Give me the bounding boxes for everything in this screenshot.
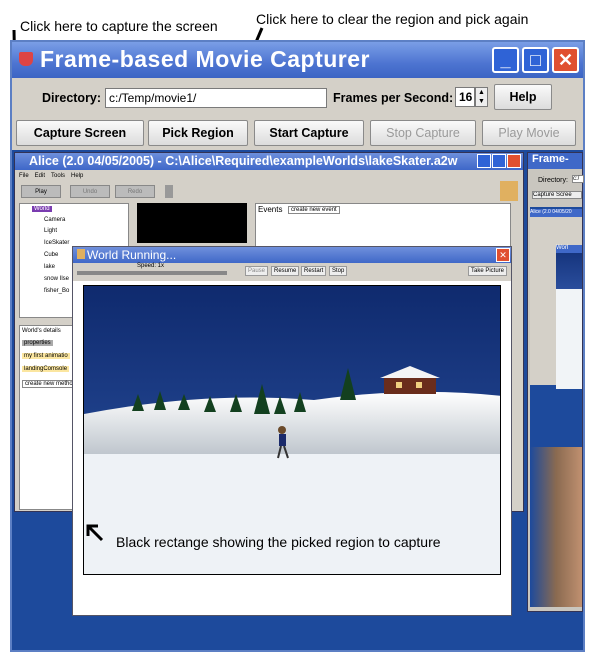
side-world-snow	[556, 289, 582, 389]
resume-button[interactable]: Resume	[271, 266, 300, 276]
side-desktop-wallpaper	[530, 447, 582, 607]
frozen-lake	[84, 454, 500, 574]
events-label: Events	[258, 205, 283, 214]
tab-properties[interactable]: properties	[22, 340, 53, 346]
clipboard-icon[interactable]	[500, 181, 518, 201]
speed-slider[interactable]	[77, 271, 227, 275]
side-capture-button[interactable]: Capture Scree	[532, 191, 582, 199]
take-picture-button[interactable]: Take Picture	[468, 266, 508, 276]
minimize-button[interactable]: _	[492, 47, 519, 73]
alice-play-button[interactable]: Play	[21, 185, 61, 198]
tree-item-cube[interactable]: Cube	[44, 252, 58, 258]
start-capture-button[interactable]: Start Capture	[254, 120, 364, 146]
create-event-button[interactable]: create new event	[288, 206, 340, 214]
stop-button[interactable]: Stop	[329, 266, 348, 276]
menu-tools[interactable]: Tools	[51, 173, 65, 179]
java-coffee-icon	[19, 52, 33, 66]
world-running-window: World Running... ✕ Speed: 1x Pause Resum…	[72, 246, 512, 616]
side-world-sky	[556, 253, 582, 289]
tree-item-light[interactable]: Light	[44, 228, 57, 234]
details-pane: World's details properties my first anim…	[19, 325, 77, 510]
fps-spinner[interactable]: ▲ ▼	[475, 87, 488, 107]
world-running-title: World Running...	[73, 247, 511, 263]
side-world-title: Worl	[556, 245, 582, 253]
trash-icon[interactable]	[165, 185, 173, 198]
side-capturer-window: Frame- Directory: c:/ Capture Scree Alic…	[527, 152, 584, 612]
rect-annotation: Black rectange showing the picked region…	[116, 534, 441, 550]
menu-file[interactable]: File	[19, 173, 29, 179]
tree-item-world[interactable]: World	[32, 206, 52, 212]
tree-item-snow[interactable]: snow Ilse	[44, 276, 69, 282]
menu-help[interactable]: Help	[71, 173, 83, 179]
alice-title-bar: Alice (2.0 04/05/2005) - C:\Alice\Requir…	[15, 153, 523, 170]
screenshot: Click here to capture the screen Click h…	[0, 0, 593, 663]
side-directory-input[interactable]: c:/	[572, 175, 584, 183]
restart-button[interactable]: Restart	[301, 266, 327, 276]
create-method-button[interactable]: create new metho	[22, 380, 76, 388]
alice-minimize-icon[interactable]	[477, 154, 491, 168]
method-item-1[interactable]: my first animatio	[22, 353, 70, 359]
movie-capturer-window: Frame-based Movie Capturer _ □ ✕ Directo…	[10, 40, 585, 652]
directory-input[interactable]: c:/Temp/movie1/	[105, 88, 327, 108]
tree-item-lake[interactable]: lake	[44, 264, 55, 270]
tree-item-camera[interactable]: Camera	[44, 217, 65, 223]
directory-label: Directory:	[42, 91, 102, 105]
tree-item-iceskater[interactable]: IceSkater	[44, 240, 69, 246]
side-window-title: Frame-	[528, 153, 582, 169]
help-button[interactable]: Help	[494, 84, 552, 110]
side-alice-title: Alice (2.0 04/05/20	[530, 209, 582, 217]
fps-input[interactable]: 16	[455, 87, 475, 107]
play-movie-button: Play Movie	[482, 120, 576, 146]
capture-screen-button[interactable]: Capture Screen	[16, 120, 144, 146]
maximize-button[interactable]: □	[522, 47, 549, 73]
stop-capture-button: Stop Capture	[370, 120, 476, 146]
picked-region-rectangle: Black rectange showing the picked region…	[83, 285, 501, 575]
alice-menubar: File Edit Tools Help	[19, 173, 83, 179]
lake-scene	[84, 286, 500, 574]
menu-edit[interactable]: Edit	[35, 173, 45, 179]
alice-preview-pane	[137, 203, 247, 243]
alice-redo-button[interactable]: Redo	[115, 185, 155, 198]
speed-label: Speed: 1x	[137, 263, 165, 269]
tree-item-fisher[interactable]: fisher_Bo	[44, 288, 69, 294]
side-directory-label: Directory:	[538, 177, 568, 184]
pick-region-button[interactable]: Pick Region	[148, 120, 248, 146]
pause-button[interactable]: Pause	[245, 266, 269, 276]
method-item-2[interactable]: landingComsole	[22, 366, 70, 372]
alice-close-icon[interactable]	[507, 154, 521, 168]
alice-maximize-icon[interactable]	[492, 154, 506, 168]
desktop-area: Alice (2.0 04/05/2005) - C:\Alice\Requir…	[12, 150, 584, 650]
toolbar: Directory: c:/Temp/movie1/ Frames per Se…	[12, 78, 583, 150]
world-close-icon[interactable]: ✕	[496, 248, 510, 262]
window-title: Frame-based Movie Capturer	[40, 46, 370, 72]
world-controls-bar: Speed: 1x Pause Resume Restart Stop Take…	[73, 263, 511, 281]
close-button[interactable]: ✕	[552, 47, 579, 73]
details-label: World's details	[22, 328, 61, 334]
alice-undo-button[interactable]: Undo	[70, 185, 110, 198]
side-desktop: Alice (2.0 04/05/20 Worl	[530, 207, 582, 607]
world-running-icon	[77, 249, 85, 259]
fps-label: Frames per Second:	[333, 91, 454, 105]
title-bar: Frame-based Movie Capturer _ □ ✕	[12, 42, 583, 78]
